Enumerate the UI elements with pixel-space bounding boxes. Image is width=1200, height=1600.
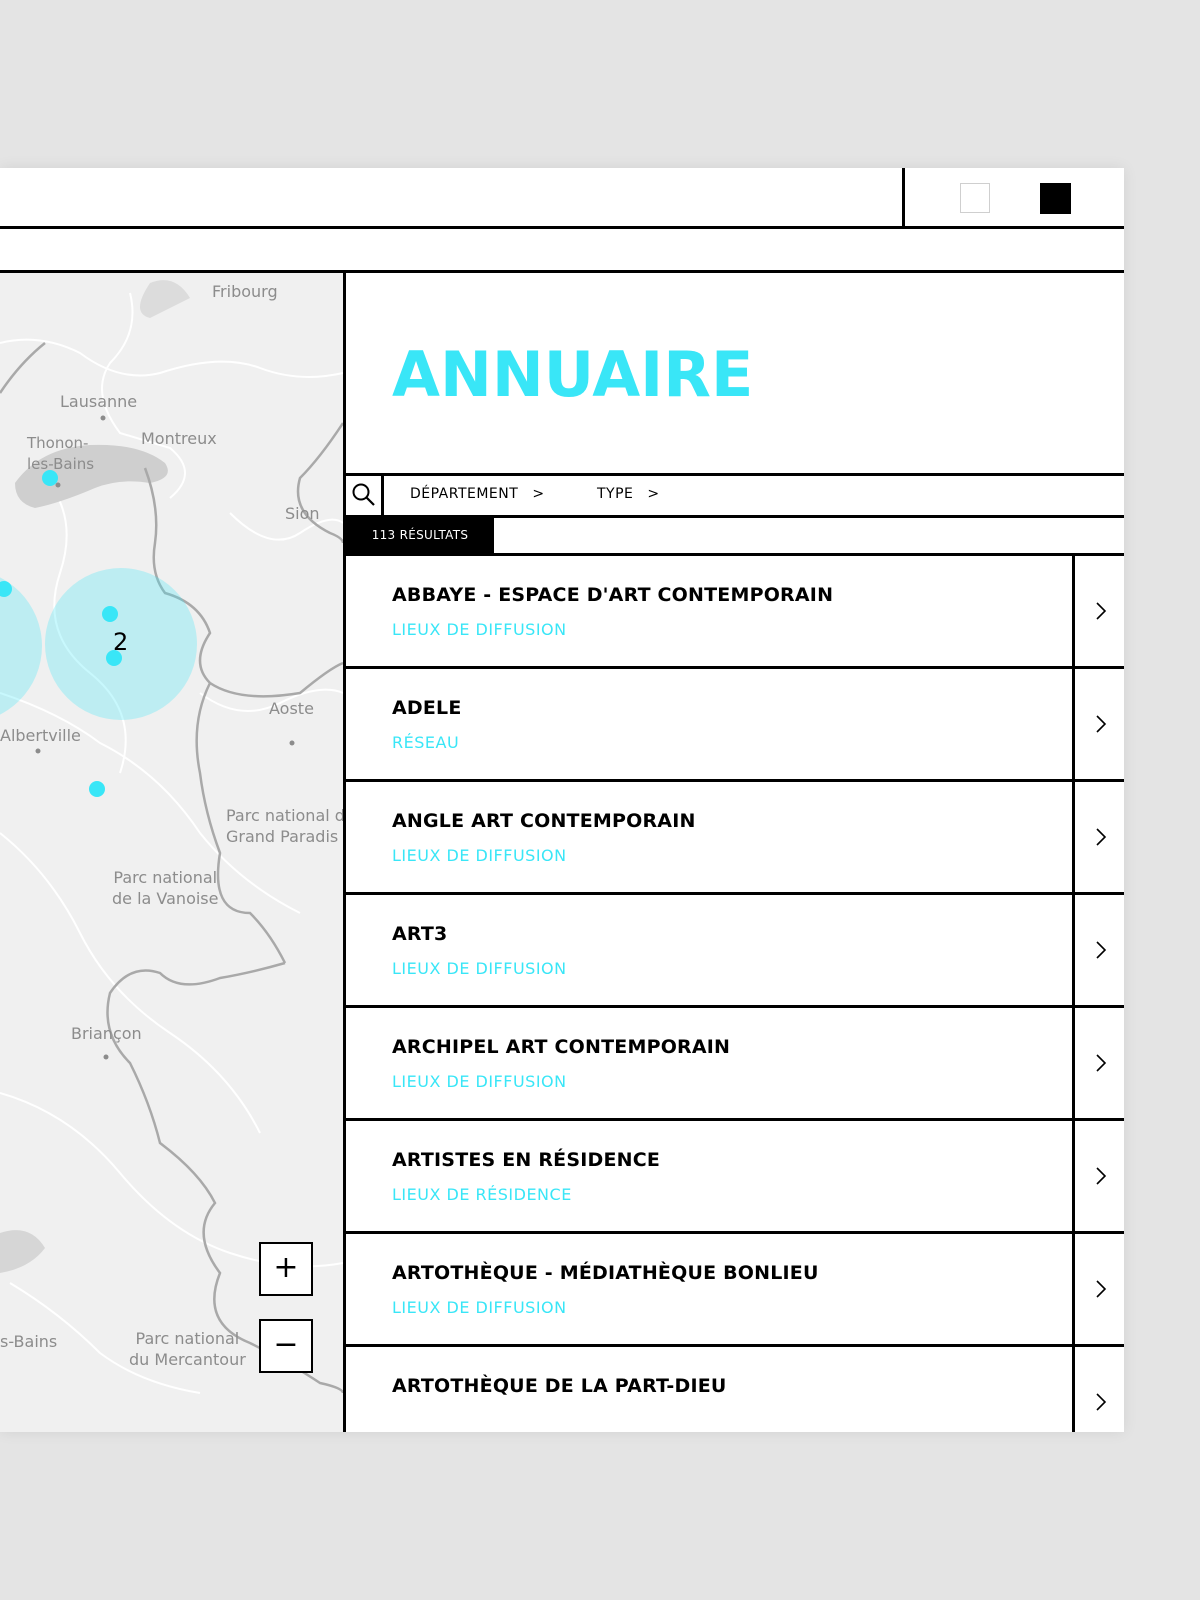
sub-bar — [0, 229, 1124, 273]
map-label-grand-paradis: Parc national du Grand Paradis — [226, 806, 343, 846]
list-item-open-button[interactable] — [1072, 556, 1124, 666]
list-item-open-button[interactable] — [1072, 1008, 1124, 1118]
list-item-name: ABBAYE - ESPACE D'ART CONTEMPORAIN — [392, 584, 834, 606]
list-item-name: ARTOTHÈQUE DE LA PART-DIEU — [392, 1375, 727, 1397]
list-item[interactable]: ARTOTHÈQUE DE LA PART-DIEU — [346, 1347, 1124, 1432]
list-item-name: ART3 — [392, 923, 448, 945]
chevron-right-icon: > — [532, 486, 545, 502]
chevron-right-icon — [1096, 941, 1107, 959]
map-label-fribourg: Fribourg — [212, 282, 278, 301]
search-icon — [352, 483, 375, 506]
chevron-right-icon — [1096, 715, 1107, 733]
list-item-name: ADELE — [392, 697, 462, 719]
map-label-aoste: Aoste — [269, 699, 314, 718]
list-item[interactable]: ADELE RÉSEAU — [346, 669, 1124, 782]
search-button[interactable] — [346, 476, 384, 515]
list-item-open-button[interactable] — [1072, 669, 1124, 779]
map-label-vanoise: Parc national de la Vanoise — [112, 868, 219, 908]
filter-type-label: TYPE — [597, 486, 634, 502]
list-item-type: LIEUX DE RÉSIDENCE — [392, 1185, 572, 1204]
list-item-type: LIEUX DE DIFFUSION — [392, 959, 567, 978]
zoom-out-button[interactable]: − — [259, 1319, 313, 1373]
map-label-lausanne: Lausanne — [60, 392, 138, 411]
list-item-open-button[interactable] — [1072, 895, 1124, 1005]
list-item-type: LIEUX DE DIFFUSION — [392, 620, 567, 639]
map-label-sion: Sion — [285, 504, 320, 523]
list-item-type: LIEUX DE DIFFUSION — [392, 1298, 567, 1317]
chevron-right-icon: > — [647, 486, 660, 502]
list-item-type: LIEUX DE DIFFUSION — [392, 1072, 567, 1091]
filter-departement[interactable]: DÉPARTEMENT > — [410, 486, 545, 502]
list-item-open-button[interactable] — [1072, 1234, 1124, 1344]
list-item[interactable]: ARTISTES EN RÉSIDENCE LIEUX DE RÉSIDENCE — [346, 1121, 1124, 1234]
list-item[interactable]: ABBAYE - ESPACE D'ART CONTEMPORAIN LIEUX… — [346, 556, 1124, 669]
map-label-thonon: Thonon- les-Bains — [27, 434, 95, 473]
zoom-in-button[interactable]: + — [259, 1242, 313, 1296]
chevron-right-icon — [1096, 1167, 1107, 1185]
list-item-name: ARTOTHÈQUE - MÉDIATHÈQUE BONLIEU — [392, 1262, 819, 1284]
list-item-open-button[interactable] — [1072, 1347, 1124, 1432]
cluster-count[interactable]: 2 — [113, 628, 128, 656]
page-title: ANNUAIRE — [392, 338, 754, 411]
filter-bar: DÉPARTEMENT > TYPE > — [346, 473, 1124, 518]
list-item-type: RÉSEAU — [392, 733, 460, 752]
results-row: 113 RÉSULTATS — [346, 518, 1124, 556]
list-item[interactable]: ARTOTHÈQUE - MÉDIATHÈQUE BONLIEU LIEUX D… — [346, 1234, 1124, 1347]
results-count-badge: 113 RÉSULTATS — [346, 518, 494, 553]
list-item[interactable]: ART3 LIEUX DE DIFFUSION — [346, 895, 1124, 1008]
list-item-open-button[interactable] — [1072, 782, 1124, 892]
top-bar-divider — [902, 168, 905, 229]
map-label-les-bains: s-Bains — [0, 1332, 58, 1351]
dark-mode-button[interactable] — [1040, 183, 1071, 214]
chevron-right-icon — [1096, 1280, 1107, 1298]
list-item-type: LIEUX DE DIFFUSION — [392, 846, 567, 865]
filter-departement-label: DÉPARTEMENT — [410, 486, 519, 502]
map-view[interactable]: Fribourg Lausanne Thonon- les-Bains Mont… — [0, 273, 343, 1432]
list-item[interactable]: ARCHIPEL ART CONTEMPORAIN LIEUX DE DIFFU… — [346, 1008, 1124, 1121]
map-label-briancon: Briançon — [71, 1024, 142, 1043]
top-bar — [0, 168, 1124, 229]
directory-list: ABBAYE - ESPACE D'ART CONTEMPORAIN LIEUX… — [346, 556, 1124, 1432]
list-item-name: ANGLE ART CONTEMPORAIN — [392, 810, 696, 832]
list-item-name: ARTISTES EN RÉSIDENCE — [392, 1149, 661, 1171]
filter-type[interactable]: TYPE > — [597, 486, 660, 502]
chevron-right-icon — [1096, 1054, 1107, 1072]
directory-panel: ANNUAIRE DÉPARTEMENT > TYPE > 113 RÉSULTAT… — [343, 273, 1124, 1432]
chevron-right-icon — [1096, 602, 1107, 620]
list-item[interactable]: ANGLE ART CONTEMPORAIN LIEUX DE DIFFUSIO… — [346, 782, 1124, 895]
light-mode-button[interactable] — [960, 183, 990, 213]
map-label-albertville: Albertville — [0, 726, 81, 745]
map-label-mercantour: Parc national du Mercantour — [129, 1329, 246, 1369]
chevron-right-icon — [1096, 828, 1107, 846]
list-item-name: ARCHIPEL ART CONTEMPORAIN — [392, 1036, 731, 1058]
map-label-montreux: Montreux — [141, 429, 217, 448]
list-item-open-button[interactable] — [1072, 1121, 1124, 1231]
app-window: Fribourg Lausanne Thonon- les-Bains Mont… — [0, 168, 1124, 1432]
chevron-right-icon — [1096, 1393, 1107, 1411]
